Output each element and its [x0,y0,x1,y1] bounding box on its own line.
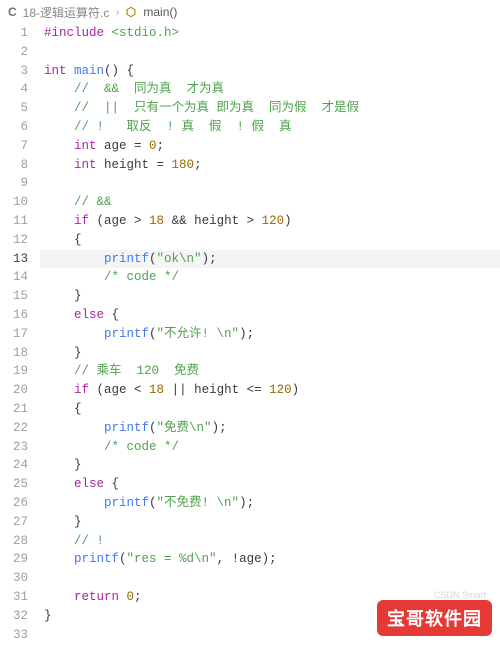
code-line[interactable]: #include <stdio.h> [44,24,500,43]
line-number: 14 [0,268,28,287]
code-line[interactable]: // ! 取反 ! 真 假 ! 假 真 [44,118,500,137]
line-number: 18 [0,344,28,363]
line-number: 3 [0,62,28,81]
code-line[interactable]: printf("ok\n"); [40,250,500,269]
breadcrumb[interactable]: C 18-逻辑运算符.c › main() [0,0,500,24]
code-line[interactable]: // && [44,193,500,212]
code-line[interactable]: int main() { [44,62,500,81]
watermark-badge: 宝哥软件园 [377,600,492,636]
code-line[interactable] [44,43,500,62]
line-number: 9 [0,174,28,193]
line-number: 29 [0,550,28,569]
chevron-right-icon: › [115,5,119,19]
line-number-gutter: 1234567891011121314151617181920212223242… [0,24,40,646]
symbol-method-icon [125,6,137,18]
code-line[interactable]: int height = 180; [44,156,500,175]
code-line[interactable]: printf("不免费! \n"); [44,494,500,513]
code-line[interactable]: // 乘车 120 免费 [44,362,500,381]
line-number: 20 [0,381,28,400]
code-line[interactable]: if (age < 18 || height <= 120) [44,381,500,400]
line-number: 11 [0,212,28,231]
code-line[interactable]: } [44,287,500,306]
line-number: 24 [0,456,28,475]
line-number: 12 [0,231,28,250]
line-number: 7 [0,137,28,156]
line-number: 30 [0,569,28,588]
line-number: 5 [0,99,28,118]
line-number: 10 [0,193,28,212]
code-line[interactable]: printf("不允许! \n"); [44,325,500,344]
breadcrumb-symbol[interactable]: main() [143,5,177,19]
code-editor[interactable]: 1234567891011121314151617181920212223242… [0,24,500,646]
line-number: 25 [0,475,28,494]
line-number: 15 [0,287,28,306]
code-line[interactable]: else { [44,475,500,494]
code-line[interactable]: // ! [44,532,500,551]
line-number: 31 [0,588,28,607]
line-number: 22 [0,419,28,438]
code-line[interactable]: { [44,231,500,250]
watermark-sub: CSDN Smart [434,590,486,600]
breadcrumb-file[interactable]: 18-逻辑运算符.c [23,4,110,21]
line-number: 28 [0,532,28,551]
line-number: 8 [0,156,28,175]
line-number: 26 [0,494,28,513]
code-line[interactable]: } [44,456,500,475]
code-line[interactable]: } [44,513,500,532]
line-number: 33 [0,626,28,645]
line-number: 1 [0,24,28,43]
line-number: 6 [0,118,28,137]
line-number: 23 [0,438,28,457]
code-line[interactable]: if (age > 18 && height > 120) [44,212,500,231]
code-line[interactable]: { [44,400,500,419]
code-line[interactable]: /* code */ [44,438,500,457]
line-number: 32 [0,607,28,626]
code-line[interactable]: } [44,344,500,363]
code-content[interactable]: #include <stdio.h> int main() { // && 同为… [40,24,500,646]
code-line[interactable]: /* code */ [44,268,500,287]
code-line[interactable]: // || 只有一个为真 即为真 同为假 才是假 [44,99,500,118]
line-number: 2 [0,43,28,62]
code-line[interactable] [44,569,500,588]
line-number: 19 [0,362,28,381]
c-file-icon: C [8,5,17,19]
line-number: 4 [0,80,28,99]
code-line[interactable]: printf("res = %d\n", !age); [44,550,500,569]
code-line[interactable]: else { [44,306,500,325]
line-number: 21 [0,400,28,419]
line-number: 16 [0,306,28,325]
code-line[interactable]: int age = 0; [44,137,500,156]
line-number: 13 [0,250,28,269]
code-line[interactable] [44,174,500,193]
code-line[interactable]: printf("免费\n"); [44,419,500,438]
line-number: 17 [0,325,28,344]
line-number: 27 [0,513,28,532]
code-line[interactable]: // && 同为真 才为真 [44,80,500,99]
